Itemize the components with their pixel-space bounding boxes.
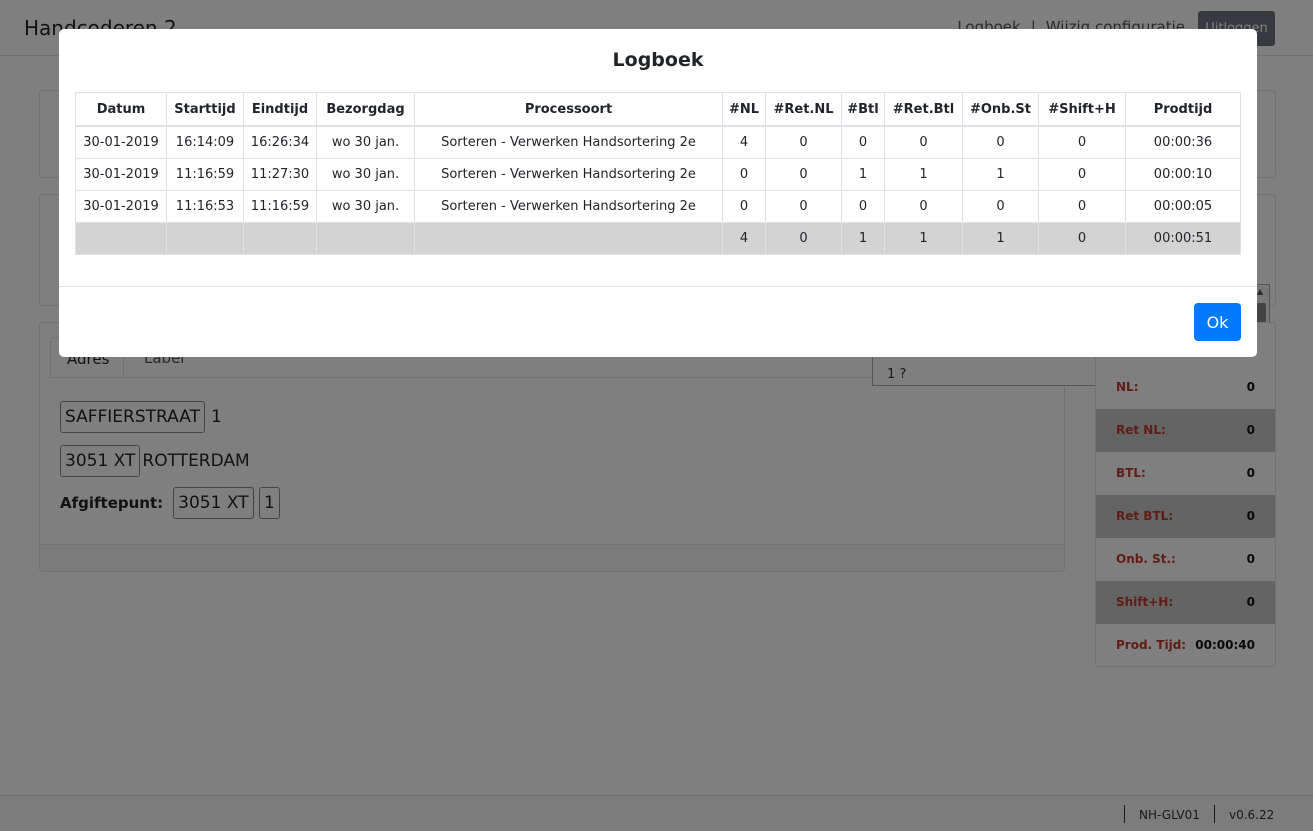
ok-button[interactable]: Ok [1194,303,1241,341]
table-cell: 4 [722,125,766,159]
table-cell: 1 [841,158,885,191]
total-cell: 1 [884,222,963,255]
table-cell: 16:26:34 [243,125,317,159]
table-cell: 00:00:10 [1125,158,1241,191]
total-cell [243,222,317,255]
column-header: Starttijd [166,92,244,127]
column-header: Datum [75,92,167,127]
table-cell: 0 [884,125,963,159]
total-cell: 00:00:51 [1125,222,1241,255]
table-cell: Sorteren - Verwerken Handsortering 2e [414,190,723,223]
table-cell: wo 30 jan. [316,190,415,223]
table-row: 30-01-2019 11:16:53 11:16:59 wo 30 jan. … [75,190,1241,223]
column-header: Prodtijd [1125,92,1241,127]
log-table: Datum Starttijd Eindtijd Bezorgdag Proce… [75,92,1241,255]
column-header: Bezorgdag [316,92,415,127]
column-header: #Onb.St [962,92,1039,127]
column-header: #Btl [841,92,885,127]
total-cell [166,222,244,255]
total-cell [75,222,167,255]
table-header-row: Datum Starttijd Eindtijd Bezorgdag Proce… [75,92,1241,127]
table-cell: 0 [962,125,1039,159]
column-header: #Shift+H [1038,92,1126,127]
table-cell: Sorteren - Verwerken Handsortering 2e [414,158,723,191]
modal-title: Logboek [612,49,704,71]
total-cell: 4 [722,222,766,255]
table-cell: 0 [962,190,1039,223]
column-header: Processoort [414,92,723,127]
table-cell: 30-01-2019 [75,158,167,191]
table-cell: 30-01-2019 [75,190,167,223]
table-cell: 0 [722,190,766,223]
column-header: Eindtijd [243,92,317,127]
totals-row: 4 0 1 1 1 0 00:00:51 [75,222,1241,255]
table-cell: Sorteren - Verwerken Handsortering 2e [414,125,723,159]
table-cell: 0 [1038,125,1126,159]
column-header: #NL [722,92,766,127]
table-cell: 11:27:30 [243,158,317,191]
table-cell: 1 [962,158,1039,191]
table-cell: 0 [841,125,885,159]
table-cell: 0 [841,190,885,223]
logboek-modal: Logboek Datum Starttijd Eindtijd Bezorgd… [59,29,1257,357]
table-cell: 0 [1038,158,1126,191]
table-cell: 30-01-2019 [75,125,167,159]
table-cell: 0 [765,158,842,191]
total-cell: 1 [962,222,1039,255]
table-cell: 0 [722,158,766,191]
table-cell: 0 [1038,190,1126,223]
table-cell: 11:16:59 [243,190,317,223]
modal-footer-divider [59,286,1257,287]
table-cell: 16:14:09 [166,125,244,159]
total-cell [414,222,723,255]
table-cell: 00:00:05 [1125,190,1241,223]
table-cell: wo 30 jan. [316,125,415,159]
table-cell: 0 [765,125,842,159]
total-cell [316,222,415,255]
total-cell: 0 [1038,222,1126,255]
table-cell: 00:00:36 [1125,125,1241,159]
table-cell: 11:16:53 [166,190,244,223]
table-cell: wo 30 jan. [316,158,415,191]
table-cell: 1 [884,158,963,191]
column-header: #Ret.Btl [884,92,963,127]
column-header: #Ret.NL [765,92,842,127]
table-cell: 0 [765,190,842,223]
total-cell: 0 [765,222,842,255]
total-cell: 1 [841,222,885,255]
table-cell: 0 [884,190,963,223]
table-cell: 11:16:59 [166,158,244,191]
table-row: 30-01-2019 11:16:59 11:27:30 wo 30 jan. … [75,158,1241,191]
table-row: 30-01-2019 16:14:09 16:26:34 wo 30 jan. … [75,125,1241,159]
